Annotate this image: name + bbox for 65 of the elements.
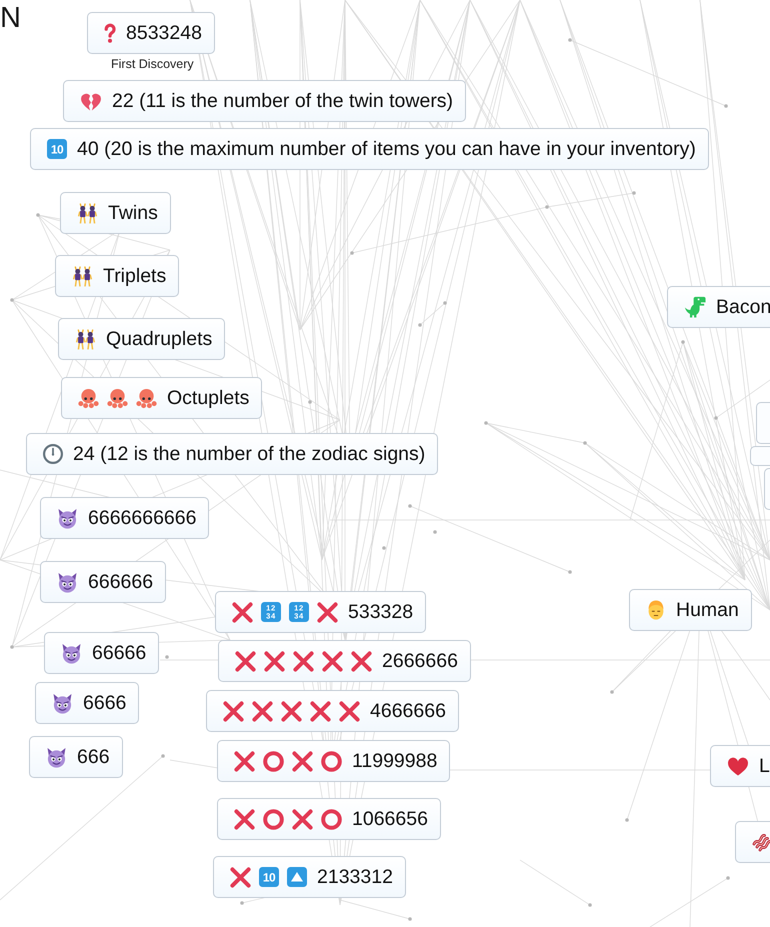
cross-mark-icon <box>264 650 285 672</box>
cross-mark-icon <box>339 700 360 722</box>
element-tile[interactable]: 666 <box>29 736 123 778</box>
element-tile[interactable]: Quadruplets <box>58 318 226 360</box>
devil-face-icon <box>57 572 78 592</box>
element-tile[interactable]: 66666 <box>44 632 160 674</box>
element-tile[interactable]: 24 (12 is the number of the zodiac signs) <box>26 433 438 475</box>
cross-mark-icon <box>281 700 302 722</box>
clock-icon <box>43 444 63 464</box>
element-tile[interactable]: 10 40 (20 is the maximum number of items you can have in your inventory) <box>30 128 709 170</box>
element-tile[interactable]: Human <box>629 589 752 631</box>
broken-heart-icon <box>80 92 102 110</box>
twin-dancers-icon <box>72 266 93 286</box>
cross-mark-icon <box>293 650 314 672</box>
element-tile[interactable]: 6666 <box>35 682 140 724</box>
discovery-caption: First Discovery <box>111 57 194 72</box>
ring-icon <box>321 750 342 772</box>
octopus-icon <box>136 388 157 408</box>
element-tile[interactable]: Bacon <box>667 286 770 328</box>
octopus-icon <box>78 388 99 408</box>
element-tile[interactable]: 2666666 <box>218 640 471 682</box>
element-tile[interactable]: 11999988 <box>217 740 450 782</box>
cross-mark-icon <box>234 808 255 830</box>
cross-mark-icon <box>322 650 343 672</box>
cross-mark-icon <box>223 700 244 722</box>
element-tile[interactable]: 10 2133312 <box>213 856 406 898</box>
element-tile[interactable]: 666666 <box>40 561 166 603</box>
octopus-icon <box>107 388 128 408</box>
element-tile[interactable]: Octuplets <box>61 377 262 419</box>
logo-text: N <box>0 1 21 35</box>
element-tile[interactable]: Triplets <box>55 255 180 297</box>
cross-mark-icon <box>292 750 313 772</box>
element-tile[interactable]: Twins <box>60 192 171 234</box>
cross-mark-icon <box>232 602 253 622</box>
element-tile[interactable] <box>735 821 770 863</box>
cross-mark-icon <box>234 750 255 772</box>
cross-mark-icon <box>252 700 273 722</box>
element-tile[interactable]: 22 (11 is the number of the twin towers) <box>63 80 466 122</box>
cross-mark-icon <box>230 866 251 888</box>
ring-icon <box>321 808 342 830</box>
cross-mark-icon <box>235 650 256 672</box>
element-tile[interactable]: 4666666 <box>206 690 459 732</box>
bacon-icon <box>752 832 770 852</box>
cross-mark-icon <box>351 650 372 672</box>
cross-mark-icon <box>317 602 338 622</box>
element-tile[interactable]: 1066656 <box>217 798 441 840</box>
devil-face-icon <box>46 746 67 768</box>
devil-face-icon <box>52 692 73 714</box>
devil-face-icon <box>61 642 82 664</box>
element-tile[interactable]: L <box>710 745 770 787</box>
ring-icon <box>263 750 284 772</box>
ring-icon <box>263 808 284 830</box>
number-keycap-icon: 10 <box>259 867 279 887</box>
person-face-icon <box>646 600 666 620</box>
twin-dancers-icon <box>77 202 98 224</box>
element-tile[interactable]: 8533248 <box>87 12 215 54</box>
heart-icon <box>727 756 749 776</box>
cross-mark-icon <box>292 808 313 830</box>
element-tile[interactable]: 6666666666 <box>40 497 210 539</box>
number-keycap-icon: 10 <box>47 139 67 159</box>
twin-dancers-icon <box>75 328 96 350</box>
devil-face-icon <box>57 508 78 528</box>
cross-mark-icon <box>310 700 331 722</box>
question-mark-icon <box>104 23 116 43</box>
dinosaur-icon <box>684 296 706 318</box>
